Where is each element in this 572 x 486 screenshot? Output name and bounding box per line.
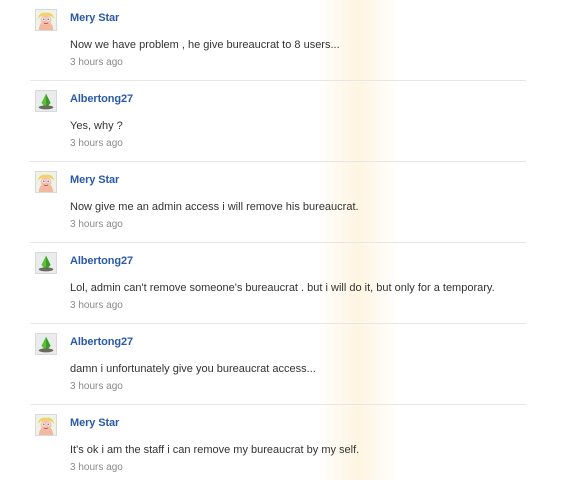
comment-text: It's ok i am the staff i can remove my b… xyxy=(70,444,360,456)
comment-timestamp: 3 hours ago xyxy=(70,138,123,149)
comment-username[interactable]: Mery Star xyxy=(70,12,119,24)
sims-plumbob-avatar-icon[interactable] xyxy=(35,90,57,112)
comment-timestamp: 3 hours ago xyxy=(70,57,123,68)
comment-text: Now give me an admin access i will remov… xyxy=(70,201,359,213)
comment-text: Yes, why ? xyxy=(70,120,123,132)
comment-text: Now we have problem , he give bureaucrat… xyxy=(70,39,340,51)
comment-item: Albertong27 Lol, admin can't remove some… xyxy=(30,243,526,324)
comment-username[interactable]: Albertong27 xyxy=(70,255,133,267)
comment-item: Mery Star It's ok i am the staff i can r… xyxy=(30,405,526,486)
muppet-avatar-icon[interactable] xyxy=(35,9,57,31)
sims-plumbob-avatar-icon[interactable] xyxy=(35,333,57,355)
comment-timestamp: 3 hours ago xyxy=(70,219,123,230)
comment-item: Mery Star Now we have problem , he give … xyxy=(30,0,526,81)
comment-timestamp: 3 hours ago xyxy=(70,300,123,311)
comment-text: damn i unfortunately give you bureaucrat… xyxy=(70,363,316,375)
comment-username[interactable]: Albertong27 xyxy=(70,93,133,105)
comment-item: Mery Star Now give me an admin access i … xyxy=(30,162,526,243)
muppet-avatar-icon[interactable] xyxy=(35,171,57,193)
comment-text: Lol, admin can't remove someone's bureau… xyxy=(70,282,495,294)
comment-username[interactable]: Albertong27 xyxy=(70,336,133,348)
muppet-avatar-icon[interactable] xyxy=(35,414,57,436)
comment-timestamp: 3 hours ago xyxy=(70,462,123,473)
comment-item: Albertong27 damn i unfortunately give yo… xyxy=(30,324,526,405)
comment-username[interactable]: Mery Star xyxy=(70,417,119,429)
comment-feed: Mery Star Now we have problem , he give … xyxy=(0,0,572,486)
comment-item: Albertong27 Yes, why ? 3 hours ago xyxy=(30,81,526,162)
sims-plumbob-avatar-icon[interactable] xyxy=(35,252,57,274)
comment-username[interactable]: Mery Star xyxy=(70,174,119,186)
comment-timestamp: 3 hours ago xyxy=(70,381,123,392)
